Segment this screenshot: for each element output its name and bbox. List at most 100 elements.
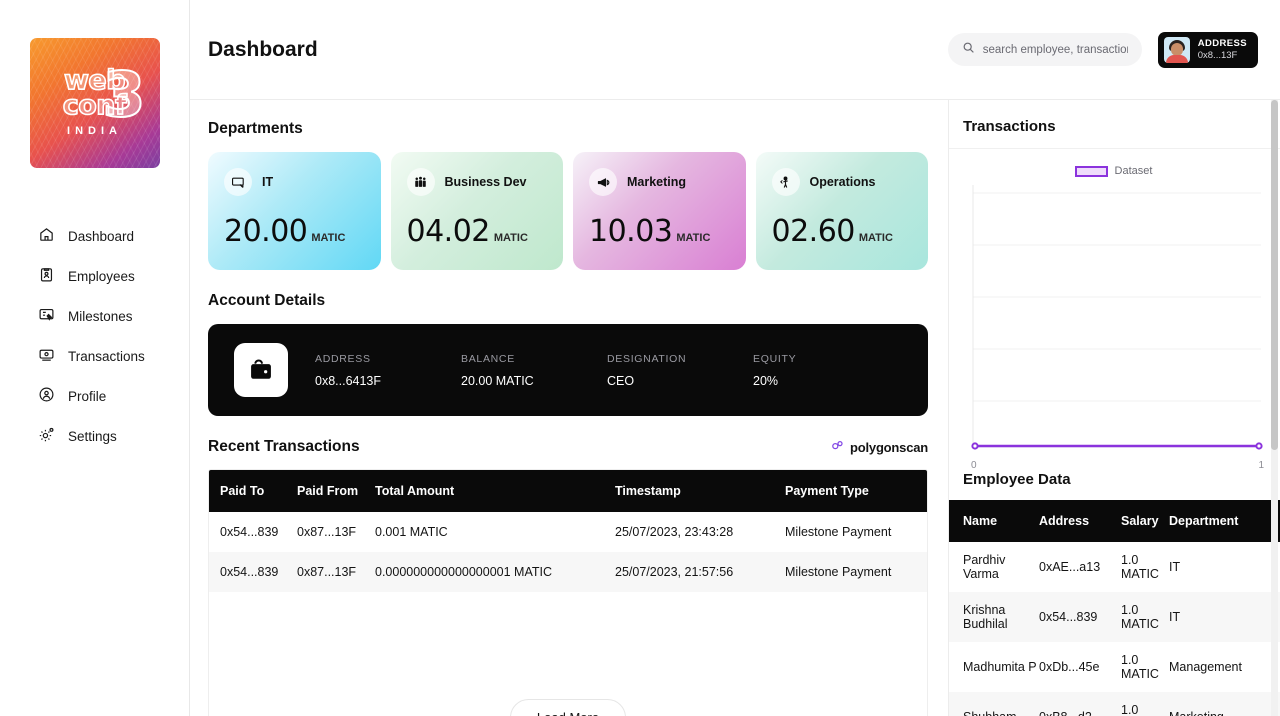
department-card-operations[interactable]: Operations 02.60 MATIC: [755, 152, 928, 270]
cell-salary: 1.0 MATIC: [1121, 703, 1139, 716]
department-amount: 10.03: [589, 214, 673, 249]
chart-x-axis-ticks: 0 1: [965, 457, 1266, 471]
department-card-it[interactable]: IT 20.00 MATIC: [208, 152, 381, 270]
page-scrollbar[interactable]: [1271, 100, 1278, 716]
account-field-equity: EQUITY 20%: [753, 353, 899, 388]
field-label: ADDRESS: [315, 352, 371, 365]
milestones-icon: [38, 306, 55, 326]
field-value: 20%: [753, 373, 779, 388]
department-unit: MATIC: [676, 232, 711, 244]
left-column: Departments IT 20.00 MATIC Business Dev …: [190, 100, 948, 716]
app-root: 3 web conf INDIA Dashboard Employees Mil…: [0, 0, 1280, 716]
departments-row: IT 20.00 MATIC Business Dev 04.02 MATIC …: [208, 152, 928, 270]
right-panel: Transactions Dataset 0 1 Employee Data N…: [948, 100, 1280, 716]
profile-icon: [38, 386, 55, 406]
chart-svg: [971, 185, 1263, 450]
x-tick-1: 1: [1258, 460, 1264, 471]
column-header-timestamp: Timestamp: [615, 470, 785, 512]
department-amount: 04.02: [406, 214, 491, 249]
cell-paid-to: 0x54...839: [220, 525, 279, 539]
cell-salary: 1.0 MATIC: [1121, 553, 1159, 581]
cell-department: Marketing: [1169, 692, 1280, 716]
transactions-chart: Dataset 0 1: [949, 149, 1280, 471]
department-unit: MATIC: [311, 232, 346, 244]
sidebar-item-milestones[interactable]: Milestones: [38, 296, 189, 336]
legend-swatch-dataset: [1074, 165, 1108, 177]
sidebar: 3 web conf INDIA Dashboard Employees Mil…: [0, 0, 190, 716]
transactions-panel-title: Transactions: [963, 118, 1056, 135]
field-value: CEO: [607, 373, 635, 388]
column-header-name: Name: [949, 500, 1039, 542]
search-icon: [962, 41, 975, 59]
recent-transactions-title: Recent Transactions: [208, 438, 360, 455]
column-header-salary: Salary: [1121, 500, 1169, 542]
department-card-marketing[interactable]: Marketing 10.03 MATIC: [573, 152, 746, 270]
table-header-row: Name Address Salary Department: [949, 500, 1280, 542]
departments-title: Departments: [208, 120, 303, 137]
sidebar-item-label: Transactions: [68, 348, 145, 364]
sidebar-item-label: Employees: [68, 268, 135, 284]
field-label: DESIGNATION: [607, 352, 687, 365]
column-header-payment-type: Payment Type: [785, 470, 927, 512]
department-amount: 02.60: [771, 214, 856, 249]
sidebar-item-transactions[interactable]: Transactions: [38, 336, 189, 376]
account-field-balance: BALANCE 20.00 MATIC: [461, 353, 607, 388]
monitor-icon: [224, 168, 252, 196]
legend-label-dataset: Dataset: [1114, 165, 1153, 177]
table-header-row: Paid To Paid From Total Amount Timestamp…: [209, 470, 927, 512]
cell-name: Shubham: [949, 692, 1039, 716]
transactions-panel-header: Transactions: [949, 100, 1280, 149]
account-details-title: Account Details: [208, 292, 326, 309]
cell-address: 0xDb...45e: [1039, 660, 1100, 674]
column-header-total-amount: Total Amount: [375, 470, 615, 512]
account-badge-value: 0x8...13F: [1197, 49, 1238, 61]
table-row[interactable]: Shubham 0xB8...d2 1.0 MATIC Marketing: [949, 692, 1280, 716]
table-row[interactable]: Madhumita P 0xDb...45e 1.0 MATIC Managem…: [949, 642, 1280, 692]
polygonscan-icon: [830, 438, 845, 456]
sidebar-item-profile[interactable]: Profile: [38, 376, 189, 416]
cell-department: IT: [1169, 560, 1181, 574]
department-name: Marketing: [627, 175, 687, 189]
megaphone-icon: [589, 168, 617, 196]
wallet-icon: [234, 343, 288, 397]
search-box[interactable]: [947, 33, 1142, 66]
account-field-designation: DESIGNATION CEO: [607, 353, 753, 388]
sidebar-item-label: Dashboard: [68, 228, 135, 244]
cell-total-amount: 0.001 MATIC: [375, 525, 448, 539]
settings-icon: [38, 426, 55, 446]
sidebar-item-employees[interactable]: Employees: [38, 256, 189, 296]
chart-plot-area: 0 1: [965, 185, 1266, 471]
x-tick-0: 0: [971, 460, 977, 471]
scrollbar-thumb[interactable]: [1271, 100, 1278, 450]
department-unit: MATIC: [493, 232, 528, 244]
transactions-icon: [38, 346, 55, 366]
sidebar-item-dashboard[interactable]: Dashboard: [38, 216, 189, 256]
cell-department: IT: [1169, 610, 1181, 624]
account-badge[interactable]: ADDRESS 0x8...13F: [1157, 31, 1258, 68]
sidebar-item-settings[interactable]: Settings: [38, 416, 189, 456]
polygonscan-link[interactable]: polygonscan: [830, 438, 928, 456]
cell-salary: 1.0 MATIC: [1121, 653, 1159, 681]
table-row[interactable]: 0x54...839 0x87...13F 0.0000000000000000…: [209, 552, 927, 592]
transactions-table: Paid To Paid From Total Amount Timestamp…: [208, 469, 928, 716]
employee-data-title: Employee Data: [963, 471, 1071, 488]
table-row[interactable]: Pardhiv Varma 0xAE...a13 1.0 MATIC IT: [949, 542, 1280, 592]
chart-legend[interactable]: Dataset: [961, 165, 1266, 177]
sidebar-nav: Dashboard Employees Milestones Transacti…: [0, 216, 189, 456]
table-row[interactable]: Krishna Budhilal 0x54...839 1.0 MATIC IT: [949, 592, 1280, 642]
department-card-business-dev[interactable]: Business Dev 04.02 MATIC: [390, 152, 563, 270]
cell-name: Krishna Budhilal: [963, 603, 1008, 631]
cell-paid-from: 0x87...13F: [297, 525, 357, 539]
cell-name: Madhumita P: [963, 660, 1037, 674]
cell-address: 0xB8...d2: [1039, 692, 1121, 716]
search-input[interactable]: [982, 43, 1128, 56]
department-name: IT: [262, 175, 274, 189]
cell-address: 0x54...839: [1039, 610, 1098, 624]
sidebar-item-label: Milestones: [68, 308, 133, 324]
table-row[interactable]: 0x54...839 0x87...13F 0.001 MATIC 25/07/…: [209, 512, 927, 552]
cell-department: Management: [1169, 660, 1242, 674]
field-label: EQUITY: [753, 352, 797, 365]
main-area: Dashboard ADDRESS 0x8...13F De: [190, 0, 1280, 716]
load-more-button[interactable]: Load More: [509, 699, 627, 716]
avatar: [1163, 36, 1190, 63]
